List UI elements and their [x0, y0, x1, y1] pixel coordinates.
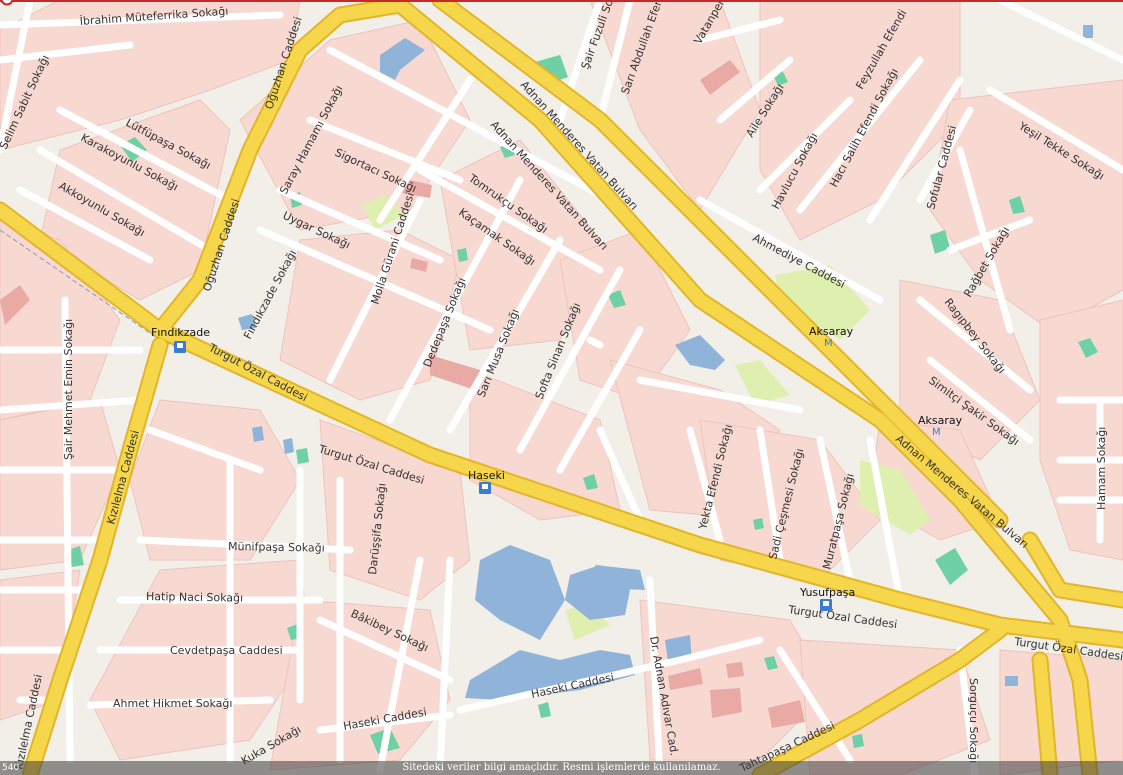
street-label: Şair Mehmet Emin Sokağı	[62, 319, 75, 460]
disclaimer-text: Sitedeki veriler bilgi amaçlıdır. Resmi …	[402, 762, 721, 773]
street-label: Sorguçu Sokağı	[967, 678, 980, 763]
tram-icon-window	[177, 343, 183, 348]
street-label: Cevdetpaşa Caddesi	[170, 644, 283, 657]
station-label: Yusufpaşa	[799, 586, 855, 599]
station-label: Aksaray	[809, 325, 854, 338]
station-label: Haseki	[468, 469, 505, 482]
street-label: Ahmet Hikmet Sokağı	[113, 697, 232, 710]
top-border	[0, 0, 1123, 2]
footer-bar: 540 Sitedeki veriler bilgi amaçlıdır. Re…	[0, 761, 1123, 775]
station-label: Aksaray	[918, 414, 963, 427]
map-canvas[interactable]: İbrahim Müteferrika Sokağı Oğuzhan Cadde…	[0, 0, 1123, 775]
street-label: Hamam Sokağı	[1095, 427, 1108, 510]
location-marker-icon[interactable]	[0, 0, 14, 6]
tram-icon-window	[482, 484, 488, 489]
street-label: Hatip Naci Sokağı	[146, 590, 243, 605]
metro-icon: M	[932, 427, 941, 438]
street-label: Münifpaşa Sokağı	[228, 540, 325, 555]
scale-label: 540	[2, 763, 20, 773]
tram-icon-window	[823, 601, 829, 606]
map-layer[interactable]: İbrahim Müteferrika Sokağı Oğuzhan Cadde…	[0, 0, 1123, 775]
station-label: Fındıkzade	[151, 326, 210, 339]
metro-icon: M	[824, 338, 833, 349]
